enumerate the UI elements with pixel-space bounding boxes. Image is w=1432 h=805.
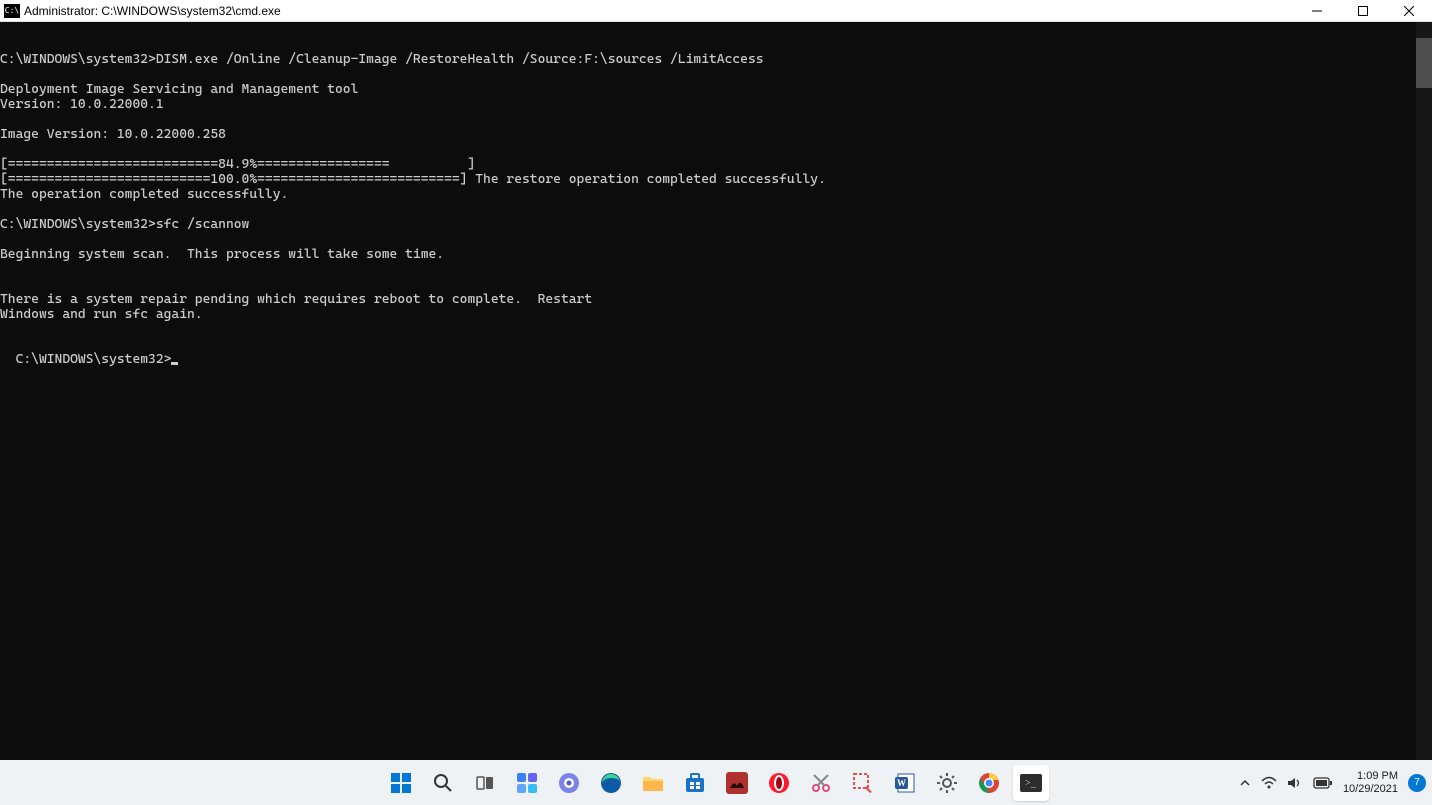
date-text: 10/29/2021 [1343, 783, 1398, 796]
terminal-prompt: C:\WINDOWS\system32> [16, 352, 172, 367]
start-button[interactable] [383, 765, 419, 801]
widgets-icon [516, 772, 538, 794]
teams-icon [558, 772, 580, 794]
word-button[interactable]: W [887, 765, 923, 801]
time-text: 1:09 PM [1343, 770, 1398, 783]
file-explorer-button[interactable] [635, 765, 671, 801]
chevron-up-icon[interactable] [1239, 777, 1251, 789]
terminal-icon: >_ [1020, 774, 1042, 792]
edge-icon [600, 772, 622, 794]
scrollbar-thumb[interactable] [1416, 38, 1432, 88]
maximize-button[interactable] [1340, 0, 1386, 22]
edge-button[interactable] [593, 765, 629, 801]
window-title: Administrator: C:\WINDOWS\system32\cmd.e… [24, 4, 281, 18]
terminal-button[interactable]: >_ [1013, 765, 1049, 801]
cursor [171, 362, 178, 365]
terminal-output[interactable]: C:\WINDOWS\system32>DISM.exe /Online /Cl… [0, 22, 1432, 760]
screen-sketch-button[interactable] [845, 765, 881, 801]
word-icon: W [894, 772, 916, 794]
maximize-icon [1358, 6, 1368, 16]
task-view-icon [475, 773, 495, 793]
system-tray: 1:09 PM 10/29/2021 7 [1239, 770, 1432, 796]
search-button[interactable] [425, 765, 461, 801]
scrollbar-track[interactable] [1416, 22, 1432, 760]
windows-icon [390, 772, 412, 794]
snip-button[interactable] [803, 765, 839, 801]
taskbar: W >_ 1:09 PM 10/29/2021 7 [0, 760, 1432, 805]
snip-icon [810, 772, 832, 794]
taskbar-center: W >_ [383, 765, 1049, 801]
task-view-button[interactable] [467, 765, 503, 801]
opera-button[interactable] [761, 765, 797, 801]
notifications-badge[interactable]: 7 [1408, 774, 1426, 792]
chrome-button[interactable] [971, 765, 1007, 801]
gear-icon [936, 772, 958, 794]
close-button[interactable] [1386, 0, 1432, 22]
minimize-icon [1312, 6, 1322, 16]
chrome-icon [978, 772, 1000, 794]
wifi-icon[interactable] [1261, 776, 1277, 790]
cmd-icon: C:\ [4, 4, 20, 18]
teams-button[interactable] [551, 765, 587, 801]
store-icon [684, 772, 706, 794]
search-icon [433, 773, 453, 793]
microsoft-store-button[interactable] [677, 765, 713, 801]
window-titlebar: C:\ Administrator: C:\WINDOWS\system32\c… [0, 0, 1432, 22]
folder-icon [642, 773, 664, 793]
close-icon [1404, 6, 1414, 16]
svg-text:W: W [897, 778, 906, 788]
screen-sketch-icon [852, 772, 874, 794]
widgets-button[interactable] [509, 765, 545, 801]
opera-icon [768, 772, 790, 794]
svg-text:>_: >_ [1025, 778, 1037, 789]
volume-icon[interactable] [1287, 776, 1303, 790]
clock[interactable]: 1:09 PM 10/29/2021 [1343, 770, 1398, 796]
app-red-button[interactable] [719, 765, 755, 801]
battery-icon[interactable] [1313, 777, 1333, 789]
app-red-icon [726, 772, 748, 794]
minimize-button[interactable] [1294, 0, 1340, 22]
settings-button[interactable] [929, 765, 965, 801]
